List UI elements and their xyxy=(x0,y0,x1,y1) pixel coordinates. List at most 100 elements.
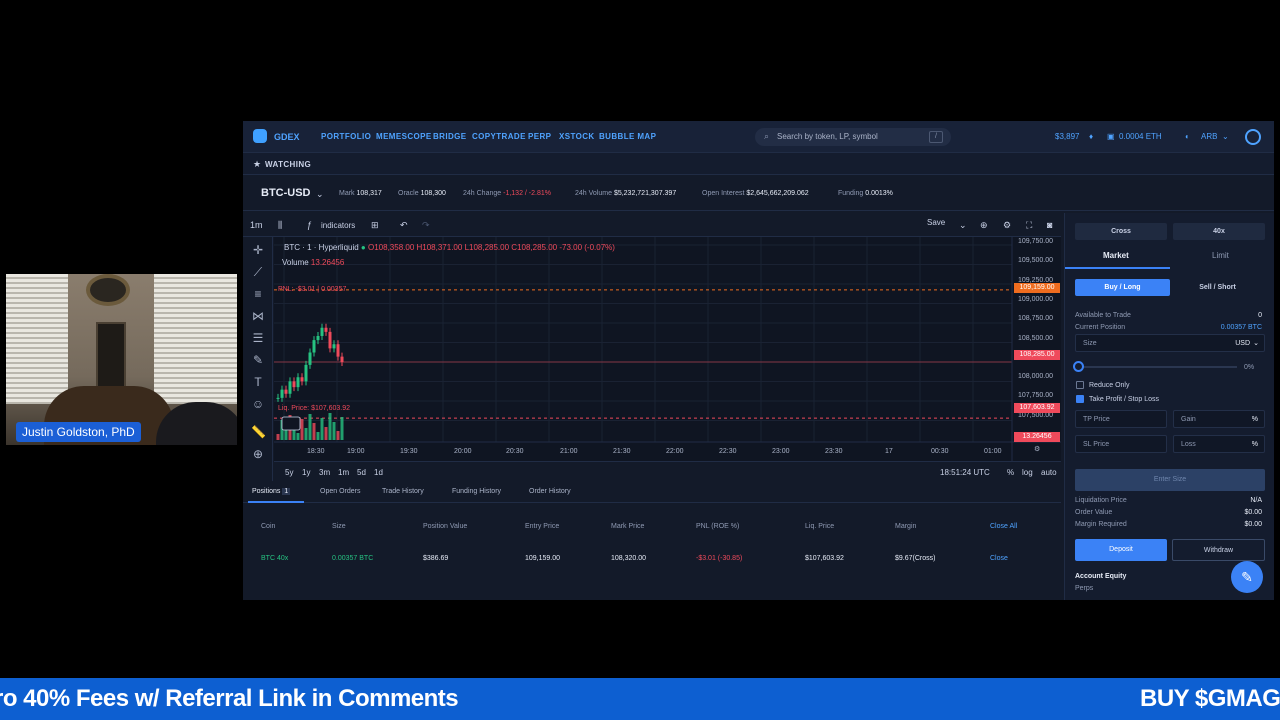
loss-input[interactable]: Loss % xyxy=(1173,435,1265,453)
nav-bridge[interactable]: BRIDGE xyxy=(433,132,467,141)
chevron-down-icon[interactable]: ⌄ xyxy=(959,220,967,231)
tpsl-checkbox[interactable] xyxy=(1076,395,1084,403)
entry-price-tag: 109,159.00 xyxy=(1014,283,1060,293)
range-5y[interactable]: 5y xyxy=(285,468,293,477)
col-pnl: PNL (ROE %) xyxy=(696,523,740,530)
ticker-bar: BTC-USD ⌄ Mark 108,317 Oracle 108,300 24… xyxy=(243,175,1274,211)
sell-short-button[interactable]: Sell / Short xyxy=(1170,279,1265,296)
fib-icon[interactable]: ☰ xyxy=(251,331,265,345)
liq-price-label: Liq. Price: $107,603.92 xyxy=(278,405,350,412)
nav-bubble-map[interactable]: BUBBLE MAP xyxy=(599,132,656,141)
tab-limit[interactable]: Limit xyxy=(1212,251,1229,260)
chevron-down-icon[interactable]: ⌄ xyxy=(1253,339,1259,347)
redo-icon[interactable]: ↷ xyxy=(422,220,430,231)
chevron-down-icon[interactable]: ⌄ xyxy=(316,189,324,200)
buy-long-button[interactable]: Buy / Long xyxy=(1075,279,1170,296)
indicators-button[interactable]: indicators xyxy=(321,221,355,230)
chart-settings-icon[interactable]: ⚙ xyxy=(1034,445,1040,453)
zoom-icon[interactable]: ⊕ xyxy=(980,220,988,231)
tab-open-orders[interactable]: Open Orders xyxy=(320,488,360,495)
enter-size-button[interactable]: Enter Size xyxy=(1075,469,1265,491)
nav-portfolio[interactable]: PORTFOLIO xyxy=(321,132,371,141)
tab-market[interactable]: Market xyxy=(1103,251,1129,260)
top-nav: GDEX PORTFOLIO MEMESCOPE BRIDGE COPYTRAD… xyxy=(243,121,1274,153)
range-3m[interactable]: 3m xyxy=(319,468,330,477)
volume-bar xyxy=(312,423,316,440)
range-1d[interactable]: 1d xyxy=(374,468,383,477)
user-icon[interactable] xyxy=(1245,129,1261,145)
size-label: Size xyxy=(1083,340,1097,347)
margin-mode-button[interactable]: Cross xyxy=(1075,223,1167,240)
tab-trade-history[interactable]: Trade History xyxy=(382,488,424,495)
save-button[interactable]: Save xyxy=(927,218,945,227)
size-input[interactable]: Size USD ⌄ xyxy=(1075,334,1265,352)
row-entry: 109,159.00 xyxy=(525,555,561,562)
sl-price-input[interactable]: SL Price xyxy=(1075,435,1167,453)
volume-bar xyxy=(340,417,344,440)
undo-icon[interactable]: ↶ xyxy=(400,220,408,231)
layout-grid-icon[interactable]: ⊞ xyxy=(371,220,379,231)
deposit-button[interactable]: Deposit xyxy=(1075,539,1167,561)
close-all-button[interactable]: Close All xyxy=(990,523,1017,530)
price-tick: 109,750.00 xyxy=(1018,238,1054,245)
nav-xstock[interactable]: XSTOCK xyxy=(559,132,595,141)
search-input[interactable]: Search by token, LP, symbol xyxy=(777,132,878,141)
search-bar[interactable]: ⌕ Search by token, LP, symbol / xyxy=(755,128,951,146)
nav-copytrade[interactable]: COPYTRADE xyxy=(472,132,526,141)
tab-order-history[interactable]: Order History xyxy=(529,488,571,495)
size-slider-track[interactable] xyxy=(1077,366,1237,368)
brush-icon[interactable]: ✎ xyxy=(251,353,265,367)
order-panel: Cross 40x Market Limit Buy / Long Sell /… xyxy=(1064,213,1274,600)
text-icon[interactable]: T xyxy=(251,375,265,389)
horizontal-lines-icon[interactable]: ≡ xyxy=(251,287,265,301)
brand-name[interactable]: GDEX xyxy=(274,132,300,142)
tp-price-input[interactable]: TP Price xyxy=(1075,410,1167,428)
gain-input[interactable]: Gain % xyxy=(1173,410,1265,428)
ruler-icon[interactable]: 📏 xyxy=(251,425,266,439)
auto-toggle[interactable]: auto xyxy=(1041,468,1057,477)
emoji-icon[interactable]: ☺ xyxy=(251,397,265,411)
fullscreen-icon[interactable]: ⛶ xyxy=(1026,220,1032,231)
chart-canvas[interactable] xyxy=(274,237,1061,461)
pair-selector[interactable]: BTC-USD xyxy=(261,187,311,199)
tab-positions[interactable]: Positions 1 xyxy=(252,488,291,495)
star-icon[interactable]: ★ xyxy=(253,159,261,170)
watching-label[interactable]: WATCHING xyxy=(265,160,311,169)
percent-toggle[interactable]: % xyxy=(1007,468,1014,477)
price-tick: 107,750.00 xyxy=(1018,392,1054,399)
settings-gear-icon[interactable]: ⚙ xyxy=(1003,220,1011,231)
withdraw-button[interactable]: Withdraw xyxy=(1172,539,1265,561)
candle-type-icon[interactable]: ⫼ xyxy=(278,220,282,231)
range-1y[interactable]: 1y xyxy=(302,468,310,477)
gdex-logo-icon[interactable] xyxy=(253,129,267,143)
nav-memescope[interactable]: MEMESCOPE xyxy=(376,132,432,141)
size-slider-handle[interactable] xyxy=(1073,361,1084,372)
chat-support-icon[interactable]: ✎ xyxy=(1231,561,1263,593)
reduce-only-checkbox[interactable] xyxy=(1076,381,1084,389)
row-coin[interactable]: BTC 40x xyxy=(261,555,288,562)
tab-funding-history[interactable]: Funding History xyxy=(452,488,501,495)
interval-selector[interactable]: 1m xyxy=(250,220,263,230)
chart-clock[interactable]: 18:51:24 UTC xyxy=(940,468,990,477)
indicators-icon[interactable]: ƒ xyxy=(307,220,312,230)
trendline-icon[interactable]: ⟋ xyxy=(251,265,265,279)
leverage-button[interactable]: 40x xyxy=(1173,223,1265,240)
zoom-in-icon[interactable]: ⊕ xyxy=(251,447,265,461)
table-row[interactable]: BTC 40x 0.00357 BTC $386.69 109,159.00 1… xyxy=(243,543,1061,573)
candle-body xyxy=(288,381,292,394)
balance-eth[interactable]: 0.0004 ETH xyxy=(1119,132,1162,141)
pattern-icon[interactable]: ⋈ xyxy=(251,309,265,323)
close-position-button[interactable]: Close xyxy=(990,555,1008,562)
network-selector[interactable]: ARB xyxy=(1201,132,1217,141)
log-toggle[interactable]: log xyxy=(1022,468,1033,477)
range-5d[interactable]: 5d xyxy=(357,468,366,477)
crosshair-icon[interactable]: ✛ xyxy=(251,243,265,257)
price-chart[interactable]: BTC · 1 · Hyperliquid ● O108,358.00 H108… xyxy=(274,237,1061,481)
volume-bar xyxy=(276,434,280,440)
range-1m[interactable]: 1m xyxy=(338,468,349,477)
camera-icon[interactable]: ◙ xyxy=(1047,220,1052,230)
nav-perp[interactable]: PERP xyxy=(528,132,551,141)
balance-usd[interactable]: $3,897 xyxy=(1055,132,1079,141)
size-unit-selector[interactable]: USD xyxy=(1235,340,1250,347)
active-tab-indicator xyxy=(1065,267,1170,269)
